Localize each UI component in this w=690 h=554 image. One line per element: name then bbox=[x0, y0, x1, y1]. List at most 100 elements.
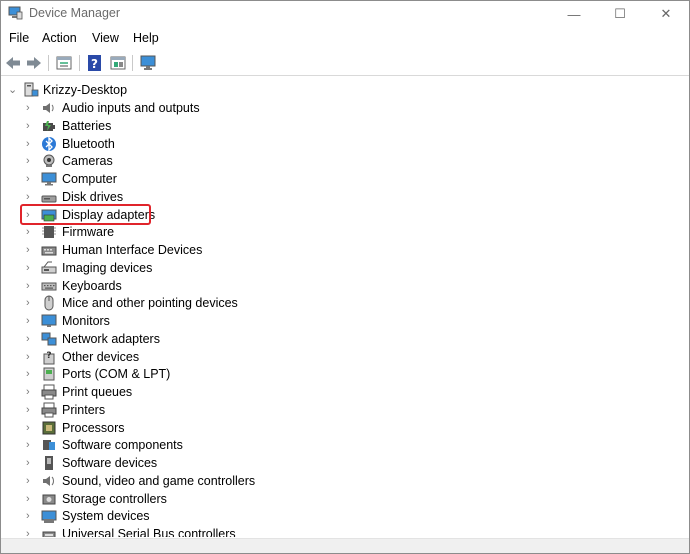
chevron-right-icon[interactable]: › bbox=[26, 243, 36, 257]
chevron-right-icon[interactable]: › bbox=[26, 172, 36, 186]
title-bar: Device Manager — ☐ ✕ bbox=[1, 1, 689, 27]
device-category-label: Printers bbox=[62, 402, 106, 417]
firmware-icon bbox=[42, 226, 56, 239]
device-category-label: Mice and other pointing devices bbox=[62, 296, 238, 311]
device-category-label: Firmware bbox=[62, 225, 115, 240]
window-title: Device Manager bbox=[29, 6, 121, 20]
device-category-label: Software components bbox=[62, 438, 183, 453]
chevron-right-icon[interactable]: › bbox=[26, 279, 36, 293]
usb-icon bbox=[42, 531, 56, 537]
mouse-icon bbox=[44, 295, 54, 311]
chevron-right-icon[interactable]: › bbox=[26, 527, 36, 537]
horizontal-scrollbar[interactable] bbox=[1, 538, 689, 553]
device-category-item[interactable]: › Network adapters bbox=[1, 330, 681, 348]
minimize-button[interactable]: — bbox=[551, 1, 597, 27]
device-category-item[interactable]: › Keyboards bbox=[1, 277, 681, 295]
close-button[interactable]: ✕ bbox=[643, 1, 689, 27]
tree-root-label: Krizzy-Desktop bbox=[43, 83, 128, 97]
device-category-item[interactable]: › Universal Serial Bus controllers bbox=[1, 525, 681, 537]
device-category-label: Other devices bbox=[62, 349, 140, 364]
device-category-label: Software devices bbox=[62, 456, 158, 470]
device-category-item[interactable]: › Software components bbox=[1, 436, 681, 454]
device-category-item[interactable]: › System devices bbox=[1, 507, 681, 525]
unknown-device-icon: ? bbox=[43, 351, 55, 364]
details-icon[interactable] bbox=[109, 54, 127, 72]
device-category-item[interactable]: › Cameras bbox=[1, 152, 681, 170]
speaker-icon bbox=[43, 103, 54, 113]
device-category-item[interactable]: › Human Interface Devices bbox=[1, 241, 681, 259]
device-category-label: Bluetooth bbox=[62, 136, 115, 151]
device-category-item[interactable]: › Batteries bbox=[1, 117, 681, 135]
chevron-right-icon[interactable]: › bbox=[26, 154, 36, 168]
camera-icon bbox=[43, 154, 55, 168]
monitor-icon bbox=[41, 314, 57, 327]
device-category-item[interactable]: › Printers bbox=[1, 401, 681, 419]
help-icon[interactable]: ? bbox=[86, 54, 104, 72]
system-icon bbox=[41, 510, 57, 524]
device-category-label: Network adapters bbox=[62, 331, 160, 346]
toolbar: ? bbox=[1, 51, 689, 76]
chevron-right-icon[interactable]: › bbox=[26, 314, 36, 328]
chevron-right-icon[interactable]: › bbox=[26, 509, 36, 523]
device-category-item[interactable]: › Mice and other pointing devices bbox=[1, 294, 681, 312]
chevron-right-icon[interactable]: › bbox=[26, 225, 36, 239]
chevron-right-icon[interactable]: › bbox=[26, 101, 36, 115]
device-category-label: Keyboards bbox=[62, 278, 122, 293]
chevron-right-icon[interactable]: › bbox=[26, 367, 36, 381]
device-category-item[interactable]: › Bluetooth bbox=[1, 135, 681, 153]
tree-root[interactable]: ⌄ Krizzy-Desktop bbox=[1, 81, 681, 99]
chevron-right-icon[interactable]: › bbox=[26, 332, 36, 346]
properties-icon[interactable] bbox=[55, 54, 73, 72]
chevron-right-icon[interactable]: › bbox=[26, 385, 36, 399]
menu-help[interactable]: Help bbox=[133, 31, 159, 45]
device-category-label: Imaging devices bbox=[62, 260, 153, 275]
device-category-label: Universal Serial Bus controllers bbox=[62, 527, 236, 537]
chevron-right-icon[interactable]: › bbox=[26, 261, 36, 275]
back-icon[interactable] bbox=[4, 54, 22, 72]
chevron-right-icon[interactable]: › bbox=[26, 421, 36, 435]
chevron-right-icon[interactable]: › bbox=[26, 190, 36, 204]
device-category-item[interactable]: ›? Other devices bbox=[1, 348, 681, 366]
chevron-right-icon[interactable]: › bbox=[26, 474, 36, 488]
device-category-label: Computer bbox=[62, 172, 117, 186]
device-category-label: Cameras bbox=[62, 154, 113, 169]
device-category-item[interactable]: › Sound, video and game controllers bbox=[1, 472, 681, 490]
chevron-right-icon[interactable]: › bbox=[26, 119, 36, 133]
device-tree: ⌄ Krizzy-Desktop › Audio inputs and outpu… bbox=[1, 78, 689, 537]
menu-file[interactable]: File bbox=[9, 31, 29, 45]
sound-icon bbox=[43, 475, 54, 486]
print-queue-icon bbox=[41, 384, 57, 400]
chevron-right-icon[interactable]: › bbox=[26, 350, 36, 364]
disk-icon bbox=[41, 195, 57, 203]
chevron-right-icon[interactable]: › bbox=[26, 492, 36, 506]
maximize-button[interactable]: ☐ bbox=[597, 1, 643, 27]
device-category-item[interactable]: › Storage controllers bbox=[1, 490, 681, 508]
chevron-right-icon[interactable]: › bbox=[26, 137, 36, 151]
device-category-label: Audio inputs and outputs bbox=[62, 101, 200, 115]
device-category-item[interactable]: › Processors bbox=[1, 419, 681, 437]
software-component-icon bbox=[43, 440, 55, 451]
chevron-down-icon[interactable]: ⌄ bbox=[8, 83, 18, 97]
menu-view[interactable]: View bbox=[92, 31, 119, 45]
device-category-item[interactable]: › Ports (COM & LPT) bbox=[1, 365, 681, 383]
display-adapters-highlight bbox=[20, 204, 151, 225]
chevron-right-icon[interactable]: › bbox=[26, 296, 36, 310]
monitor-icon[interactable] bbox=[139, 54, 157, 72]
device-category-item[interactable]: › Print queues bbox=[1, 383, 681, 401]
device-category-item[interactable]: › Imaging devices bbox=[1, 259, 681, 277]
device-category-item[interactable]: › Software devices bbox=[1, 454, 681, 472]
device-category-label: Human Interface Devices bbox=[62, 243, 203, 257]
forward-icon[interactable] bbox=[25, 54, 43, 72]
device-category-item[interactable]: › Audio inputs and outputs bbox=[1, 99, 681, 117]
chevron-right-icon[interactable]: › bbox=[26, 403, 36, 417]
chevron-right-icon[interactable]: › bbox=[26, 456, 36, 470]
device-category-label: Storage controllers bbox=[62, 491, 167, 506]
menu-bar: File Action View Help bbox=[1, 29, 689, 49]
device-category-item[interactable]: › Firmware bbox=[1, 223, 681, 241]
storage-icon bbox=[42, 494, 56, 504]
svg-text:?: ? bbox=[91, 57, 98, 71]
device-category-item[interactable]: › Monitors bbox=[1, 312, 681, 330]
device-category-item[interactable]: › Computer bbox=[1, 170, 681, 188]
chevron-right-icon[interactable]: › bbox=[26, 438, 36, 452]
menu-action[interactable]: Action bbox=[42, 31, 77, 45]
